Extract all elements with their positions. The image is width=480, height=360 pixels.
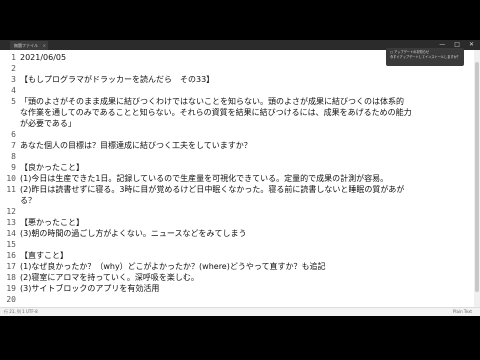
line-text: 【悪かったこと】 xyxy=(20,218,84,227)
window-close-icon[interactable]: ✕ xyxy=(469,41,474,49)
line-number: 3 xyxy=(11,75,16,84)
line-text: 【直すこと】 xyxy=(20,251,68,260)
line-text: (2)昨日は読書せずに寝る。3時に目が覚めるけど日中眠くなかった。寝る前に読書し… xyxy=(20,185,405,194)
line-number: 19 xyxy=(6,284,16,293)
line-number: 9 xyxy=(11,163,16,172)
line-number: 11 xyxy=(6,185,16,194)
line-number: 13 xyxy=(6,218,16,227)
line-text: な作業を通してのみであることと知らない。それらの資質を結果に結びつけるには、成果… xyxy=(20,108,412,117)
status-bar: 行 21, 列 1 UTF-8 Plain Text xyxy=(0,307,480,316)
vertical-scrollbar[interactable] xyxy=(474,50,480,308)
close-icon[interactable]: × xyxy=(43,41,46,50)
line-number: 14 xyxy=(6,229,16,238)
line-number: 2 xyxy=(11,64,16,73)
line-number: 10 xyxy=(6,174,16,183)
editor-window: 無題ファイル × — □ ✕ □ アップデートのお知らせ 今すぐアップデートして… xyxy=(0,40,480,316)
line-number: 7 xyxy=(11,141,16,150)
status-position: 行 21, 列 1 UTF-8 xyxy=(4,309,38,314)
line-text: (2)寝室にアロマを持っていく。深呼吸を楽しむ。 xyxy=(20,273,199,282)
line-number: 20 xyxy=(6,295,16,304)
line-number: 17 xyxy=(6,262,16,271)
line-number: 5 xyxy=(11,97,16,106)
line-text: 「頭のよさがそのまま成果に結びつくわけではないことを知らない。頭のよさが成果に結… xyxy=(20,97,404,106)
line-number: 18 xyxy=(6,273,16,282)
line-text: (1)今日は生産できた1日。記録しているので生産量を可視化できている。定量的で成… xyxy=(20,174,389,183)
line-number: 16 xyxy=(6,251,16,260)
line-text: が必要である」 xyxy=(20,119,76,128)
tab-untitled[interactable]: 無題ファイル × xyxy=(10,41,48,50)
line-text: (1)なぜ良かったか？（why）どこがよかったか？(where)どうやって直すか… xyxy=(20,262,326,271)
line-number: 12 xyxy=(6,207,16,216)
line-text: (3)朝の時間の過ごし方がよくない。ニュースなどをみてしまう xyxy=(20,229,247,238)
line-number: 15 xyxy=(6,240,16,249)
line-number: 1 xyxy=(11,53,16,62)
line-text: (3)サイトブロックのアプリを有効活用 xyxy=(20,284,160,293)
tab-label: 無題ファイル xyxy=(14,43,38,48)
line-text: る？ xyxy=(20,196,36,205)
line-number: 4 xyxy=(11,86,16,95)
scroll-thumb[interactable] xyxy=(475,62,479,292)
text-editor[interactable]: 1 2021/06/05 2 3 【もしプログラマがドラッカーを読んだら その33】 4 5… xyxy=(0,52,472,315)
status-syntax[interactable]: Plain Text xyxy=(453,308,472,315)
line-number: 8 xyxy=(11,152,16,161)
line-text: 【良かったこと】 xyxy=(20,163,84,172)
line-text: 【もしプログラマがドラッカーを読んだら その33】 xyxy=(20,75,215,84)
line-text: 2021/06/05 xyxy=(20,53,67,62)
line-text: あなた個人の目標は？目標達成に結びつく工夫をしていますか？ xyxy=(20,141,252,150)
line-number: 6 xyxy=(11,130,16,139)
letterbox-bottom xyxy=(0,316,480,360)
